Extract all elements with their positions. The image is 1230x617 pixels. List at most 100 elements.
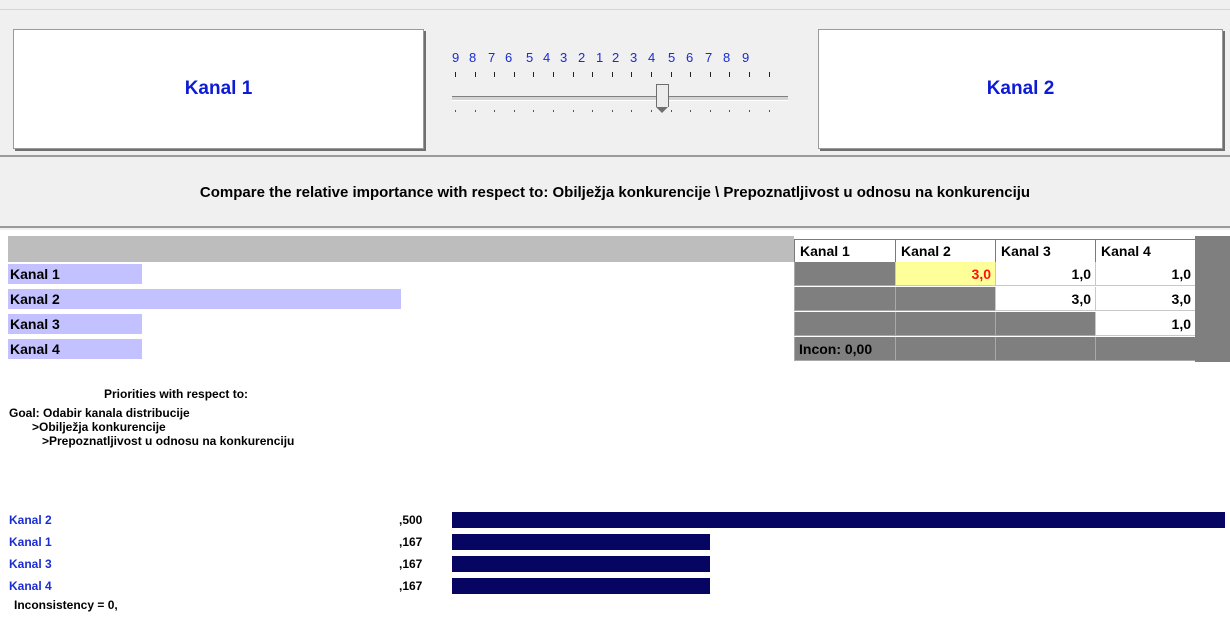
- matrix-header-bar: [8, 236, 794, 262]
- slider-tick: [749, 72, 750, 77]
- scale-label: 7: [705, 50, 713, 65]
- matrix-cell: [895, 312, 995, 336]
- matrix-cell: [794, 312, 895, 336]
- slider-tick: [455, 72, 456, 77]
- slider-tick: [592, 110, 594, 112]
- scale-label: 5: [526, 50, 534, 65]
- scale-label: 6: [505, 50, 513, 65]
- inconsistency-cell: Incon: 0,00: [794, 337, 895, 361]
- right-item-button[interactable]: Kanal 2: [818, 29, 1223, 149]
- matrix-cell: [1095, 337, 1195, 361]
- slider-tick: [474, 72, 476, 77]
- comparison-prompt: Compare the relative importance with res…: [199, 184, 1031, 201]
- left-item-label: Kanal 1: [184, 78, 253, 99]
- matrix-row: Kanal 4: [8, 337, 794, 361]
- scale-labels: 9 8 7 6 5 4 3 2 1 2 3 4 5 6 7 8 9: [452, 50, 792, 66]
- goal-path: Goal: Odabir kanala distribucije >Obilje…: [9, 406, 294, 448]
- column-header-kanal-3: Kanal 3: [995, 239, 1095, 262]
- slider-tick: [651, 72, 652, 77]
- matrix-cell: [794, 287, 895, 311]
- scale-label: 8: [469, 50, 477, 65]
- scale-label: 3: [560, 50, 568, 65]
- slider-tick: [474, 110, 476, 112]
- matrix-cell-selected[interactable]: 3,0: [895, 262, 995, 286]
- row-label-kanal-4[interactable]: Kanal 4: [8, 339, 142, 359]
- slider-track[interactable]: [452, 96, 788, 101]
- slider-tick: [553, 110, 554, 112]
- priority-row: Kanal 2 ,500: [9, 510, 1229, 530]
- slider-tick: [553, 72, 554, 77]
- slider-ticks-top: [452, 72, 792, 78]
- matrix-row: Kanal 3: [8, 312, 794, 336]
- matrix-cell[interactable]: 1,0: [1095, 262, 1195, 286]
- matrix-row: Kanal 1: [8, 262, 794, 286]
- scale-label: 4: [543, 50, 551, 65]
- slider-tick: [533, 72, 535, 77]
- scale-label: 2: [612, 50, 620, 65]
- subcriterion-line: >Prepoznatljivost u odnosu na konkurenci…: [42, 434, 295, 448]
- slider-tick: [513, 110, 515, 112]
- slider-tick: [670, 72, 672, 77]
- row-label-kanal-3[interactable]: Kanal 3: [8, 314, 142, 334]
- priority-value: ,167: [399, 535, 423, 549]
- slider-tick: [631, 110, 633, 112]
- slider-tick: [455, 110, 456, 112]
- priority-row: Kanal 4 ,167: [9, 576, 1229, 596]
- slider-tick: [651, 110, 652, 112]
- slider-tick: [572, 72, 574, 77]
- slider-tick: [690, 110, 692, 112]
- priority-value: ,167: [399, 579, 423, 593]
- slider-tick: [729, 110, 731, 112]
- divider: [0, 155, 1230, 157]
- matrix-cell[interactable]: 1,0: [1095, 312, 1195, 336]
- priority-bar: [452, 512, 1225, 528]
- priority-row: Kanal 1 ,167: [9, 532, 1229, 552]
- priority-name: Kanal 2: [9, 513, 52, 527]
- scale-label: 1: [596, 50, 604, 65]
- slider-tick: [513, 72, 515, 77]
- slider-tick: [631, 72, 633, 77]
- priority-bar: [452, 534, 710, 550]
- slider-tick: [572, 110, 574, 112]
- scale-label: 2: [578, 50, 586, 65]
- slider-tick: [611, 72, 613, 77]
- left-item-button[interactable]: Kanal 1: [13, 29, 424, 149]
- priority-name: Kanal 4: [9, 579, 52, 593]
- matrix-cell: [995, 337, 1095, 361]
- priority-value: ,500: [399, 513, 423, 527]
- scale-label: 5: [668, 50, 676, 65]
- inconsistency-text: Inconsistency = 0,: [14, 598, 118, 612]
- goal-line: Goal: Odabir kanala distribucije: [9, 406, 190, 420]
- right-item-label: Kanal 2: [986, 78, 1055, 99]
- slider-tick: [729, 72, 731, 77]
- slider-tick: [592, 72, 594, 77]
- matrix-cell: [895, 337, 995, 361]
- priorities-title: Priorities with respect to:: [104, 387, 249, 401]
- priority-bar: [452, 556, 710, 572]
- slider-tick: [494, 110, 496, 112]
- matrix-cell[interactable]: 3,0: [995, 287, 1095, 311]
- row-label-kanal-1[interactable]: Kanal 1: [8, 264, 142, 284]
- row-label-kanal-2[interactable]: Kanal 2: [8, 289, 401, 309]
- top-divider: [0, 9, 1230, 10]
- divider: [0, 226, 1230, 228]
- column-header-kanal-2: Kanal 2: [895, 239, 995, 262]
- priority-value: ,167: [399, 557, 423, 571]
- slider-thumb[interactable]: [656, 84, 669, 113]
- slider-tick: [670, 110, 672, 112]
- matrix-cell: [995, 312, 1095, 336]
- priority-name: Kanal 3: [9, 557, 52, 571]
- scale-label: 7: [488, 50, 496, 65]
- scale-label: 3: [630, 50, 638, 65]
- priority-name: Kanal 1: [9, 535, 52, 549]
- comparison-matrix: Kanal 1 Kanal 2 Kanal 3 Kanal 4 Kanal 1 …: [8, 236, 1230, 364]
- scale-label: 8: [723, 50, 731, 65]
- slider-tick: [768, 110, 770, 112]
- column-header-kanal-4: Kanal 4: [1095, 239, 1195, 262]
- criterion-line: >Obilježja konkurencije: [32, 420, 166, 434]
- slider-tick: [494, 72, 496, 77]
- matrix-cell[interactable]: 3,0: [1095, 287, 1195, 311]
- matrix-cell[interactable]: 1,0: [995, 262, 1095, 286]
- matrix-row: Kanal 2: [8, 287, 794, 311]
- scale-label: 4: [648, 50, 656, 65]
